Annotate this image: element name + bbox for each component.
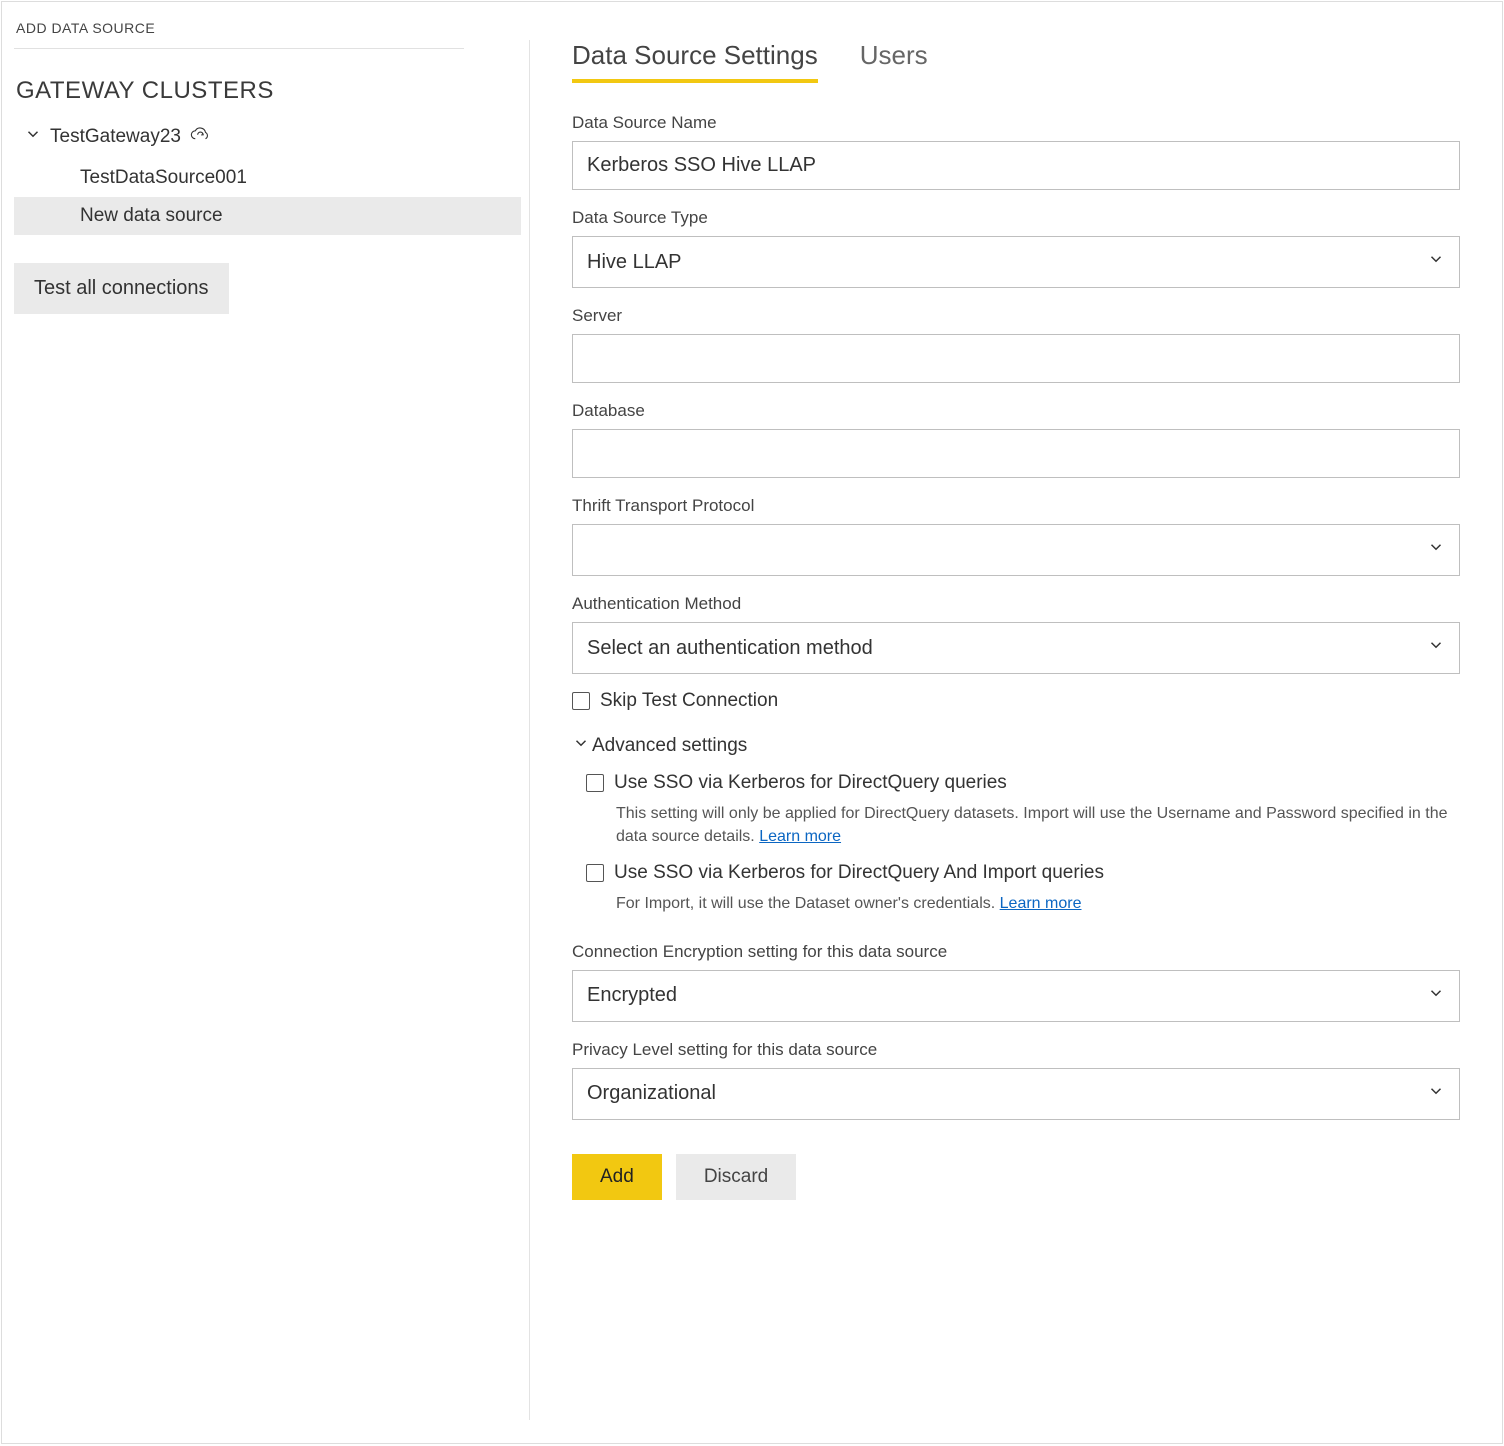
tab-data-source-settings[interactable]: Data Source Settings (572, 40, 818, 83)
data-source-type-value: Hive LLAP (587, 251, 682, 274)
sso-dq-import-help: For Import, it will use the Dataset owne… (616, 892, 1460, 915)
gateway-clusters-heading: GATEWAY CLUSTERS (14, 77, 529, 105)
chevron-down-icon (1427, 984, 1445, 1008)
gateway-name-label: TestGateway23 (50, 126, 181, 148)
database-input[interactable] (572, 429, 1460, 478)
auth-method-value: Select an authentication method (587, 637, 873, 660)
server-input[interactable] (572, 334, 1460, 383)
encryption-label: Connection Encryption setting for this d… (572, 942, 1460, 962)
sso-directquery-row: Use SSO via Kerberos for DirectQuery que… (586, 772, 1460, 794)
learn-more-link[interactable]: Learn more (1000, 895, 1082, 912)
tab-bar: Data Source Settings Users (572, 40, 1460, 83)
advanced-settings-toggle[interactable]: Advanced settings (572, 734, 1460, 758)
auth-method-label: Authentication Method (572, 594, 1460, 614)
learn-more-link[interactable]: Learn more (759, 828, 841, 845)
test-all-connections-button[interactable]: Test all connections (14, 263, 229, 314)
add-data-source-link[interactable]: ADD DATA SOURCE (14, 14, 155, 48)
divider-line (14, 48, 464, 49)
sso-dq-import-row: Use SSO via Kerberos for DirectQuery And… (586, 862, 1460, 884)
privacy-level-value: Organizational (587, 1082, 716, 1105)
chevron-down-icon (1427, 538, 1445, 562)
privacy-level-label: Privacy Level setting for this data sour… (572, 1040, 1460, 1060)
chevron-down-icon (24, 125, 42, 149)
gateway-children: TestDataSource001 New data source (14, 159, 529, 235)
advanced-settings-label: Advanced settings (592, 735, 747, 757)
privacy-level-select[interactable]: Organizational (572, 1068, 1460, 1120)
sso-directquery-checkbox[interactable] (586, 774, 604, 792)
data-source-item[interactable]: TestDataSource001 (14, 159, 529, 197)
sso-dq-import-checkbox[interactable] (586, 864, 604, 882)
add-button[interactable]: Add (572, 1154, 662, 1200)
encryption-value: Encrypted (587, 984, 677, 1007)
chevron-down-icon (1427, 1082, 1445, 1106)
data-source-name-input[interactable] (572, 141, 1460, 190)
skip-test-connection-row: Skip Test Connection (572, 690, 1460, 712)
chevron-down-icon (1427, 250, 1445, 274)
auth-method-select[interactable]: Select an authentication method (572, 622, 1460, 674)
tab-users[interactable]: Users (860, 40, 928, 83)
sso-directquery-help-text: This setting will only be applied for Di… (616, 805, 1448, 845)
gateway-tree-node[interactable]: TestGateway23 (14, 121, 529, 159)
database-label: Database (572, 401, 1460, 421)
data-source-type-label: Data Source Type (572, 208, 1460, 228)
sso-dq-import-label: Use SSO via Kerberos for DirectQuery And… (614, 862, 1104, 884)
data-source-name-label: Data Source Name (572, 113, 1460, 133)
chevron-down-icon (1427, 636, 1445, 660)
thrift-protocol-label: Thrift Transport Protocol (572, 496, 1460, 516)
sidebar: ADD DATA SOURCE GATEWAY CLUSTERS TestGat… (2, 2, 529, 1443)
cloud-sync-icon (189, 125, 211, 149)
chevron-down-icon (572, 734, 590, 758)
server-label: Server (572, 306, 1460, 326)
encryption-select[interactable]: Encrypted (572, 970, 1460, 1022)
sso-directquery-label: Use SSO via Kerberos for DirectQuery que… (614, 772, 1007, 794)
sso-directquery-help: This setting will only be applied for Di… (616, 802, 1460, 848)
main-panel: Data Source Settings Users Data Source N… (530, 2, 1502, 1443)
thrift-protocol-select[interactable] (572, 524, 1460, 576)
new-data-source-item[interactable]: New data source (14, 197, 521, 235)
skip-test-connection-checkbox[interactable] (572, 692, 590, 710)
sso-dq-import-help-text: For Import, it will use the Dataset owne… (616, 895, 1000, 912)
skip-test-connection-label: Skip Test Connection (600, 690, 778, 712)
data-source-type-select[interactable]: Hive LLAP (572, 236, 1460, 288)
discard-button[interactable]: Discard (676, 1154, 796, 1200)
button-row: Add Discard (572, 1154, 1460, 1200)
